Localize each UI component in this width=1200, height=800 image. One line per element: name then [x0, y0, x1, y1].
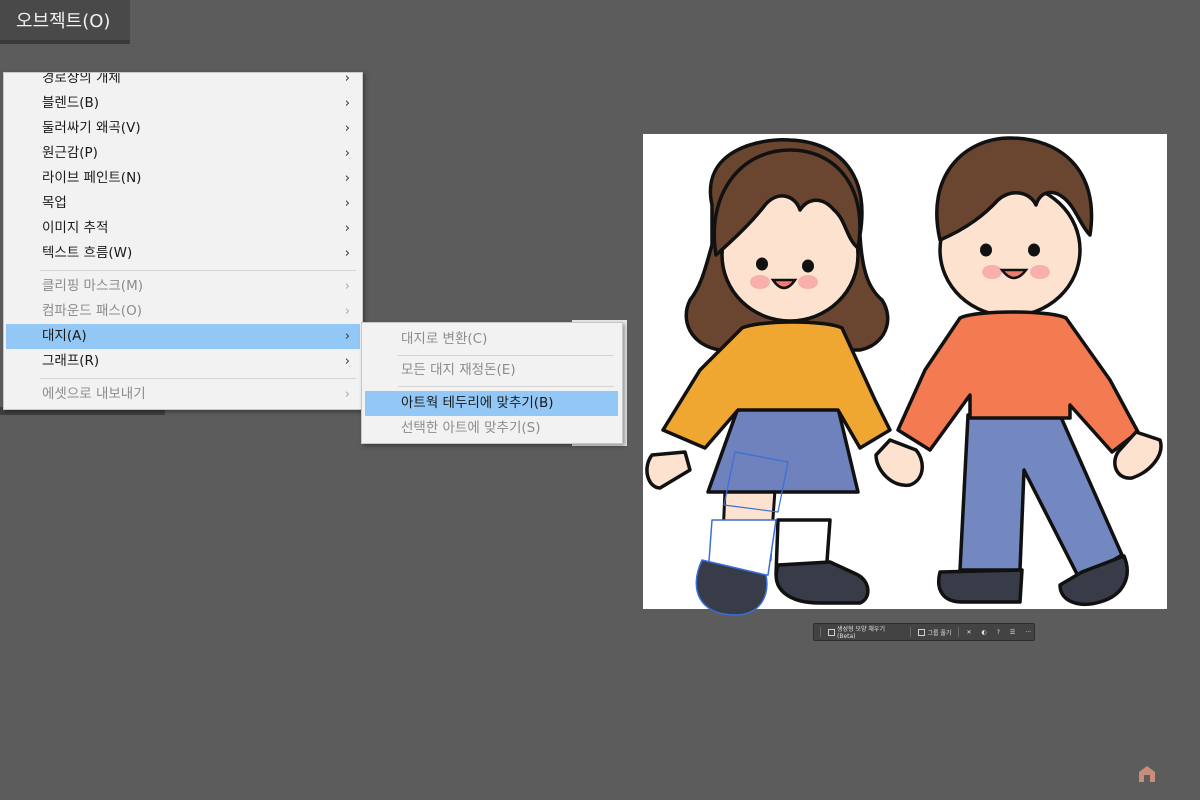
boy-left-cheek [982, 265, 1002, 279]
taskbar-divider [910, 627, 912, 637]
help-icon[interactable]: ? [994, 625, 1003, 639]
transform-icon[interactable]: ✕ [963, 625, 974, 639]
girl-right-eye [802, 259, 814, 273]
girl-left-cheek [750, 275, 770, 289]
taskbar-divider [958, 627, 960, 637]
girl-right-hand [874, 438, 924, 487]
generative-fill-label: 생성형 모양 채우기(Beta) [837, 626, 885, 640]
couple-illustration[interactable] [0, 0, 1200, 800]
watermark-logo [1139, 766, 1155, 782]
recolor-icon[interactable]: ◐ [978, 625, 989, 639]
boy-right-eye [1028, 243, 1040, 257]
girl-right-cheek [798, 275, 818, 289]
align-icon[interactable]: ☰ [1007, 625, 1018, 639]
girl-right-shoe [774, 560, 870, 605]
boy-left-shoe [937, 568, 1024, 604]
drag-handle-icon[interactable] [820, 627, 821, 637]
boy-right-cheek [1030, 265, 1050, 279]
contextual-task-bar: 생성형 모양 채우기(Beta) 그룹 풀기 ✕ ◐ ? ☰ ··· [813, 623, 1035, 641]
ungroup-label: 그룹 풀기 [927, 629, 952, 637]
generative-fill-button[interactable]: 생성형 모양 채우기(Beta) [825, 625, 906, 640]
more-options-icon[interactable]: ··· [1022, 625, 1034, 639]
ungroup-button[interactable]: 그룹 풀기 [915, 625, 954, 639]
girl-left-hand [645, 450, 692, 490]
generative-fill-icon [828, 628, 835, 636]
ungroup-icon [918, 628, 926, 636]
girl-left-eye [756, 257, 768, 271]
boy-pants [958, 413, 1124, 582]
boy-left-eye [980, 243, 992, 257]
